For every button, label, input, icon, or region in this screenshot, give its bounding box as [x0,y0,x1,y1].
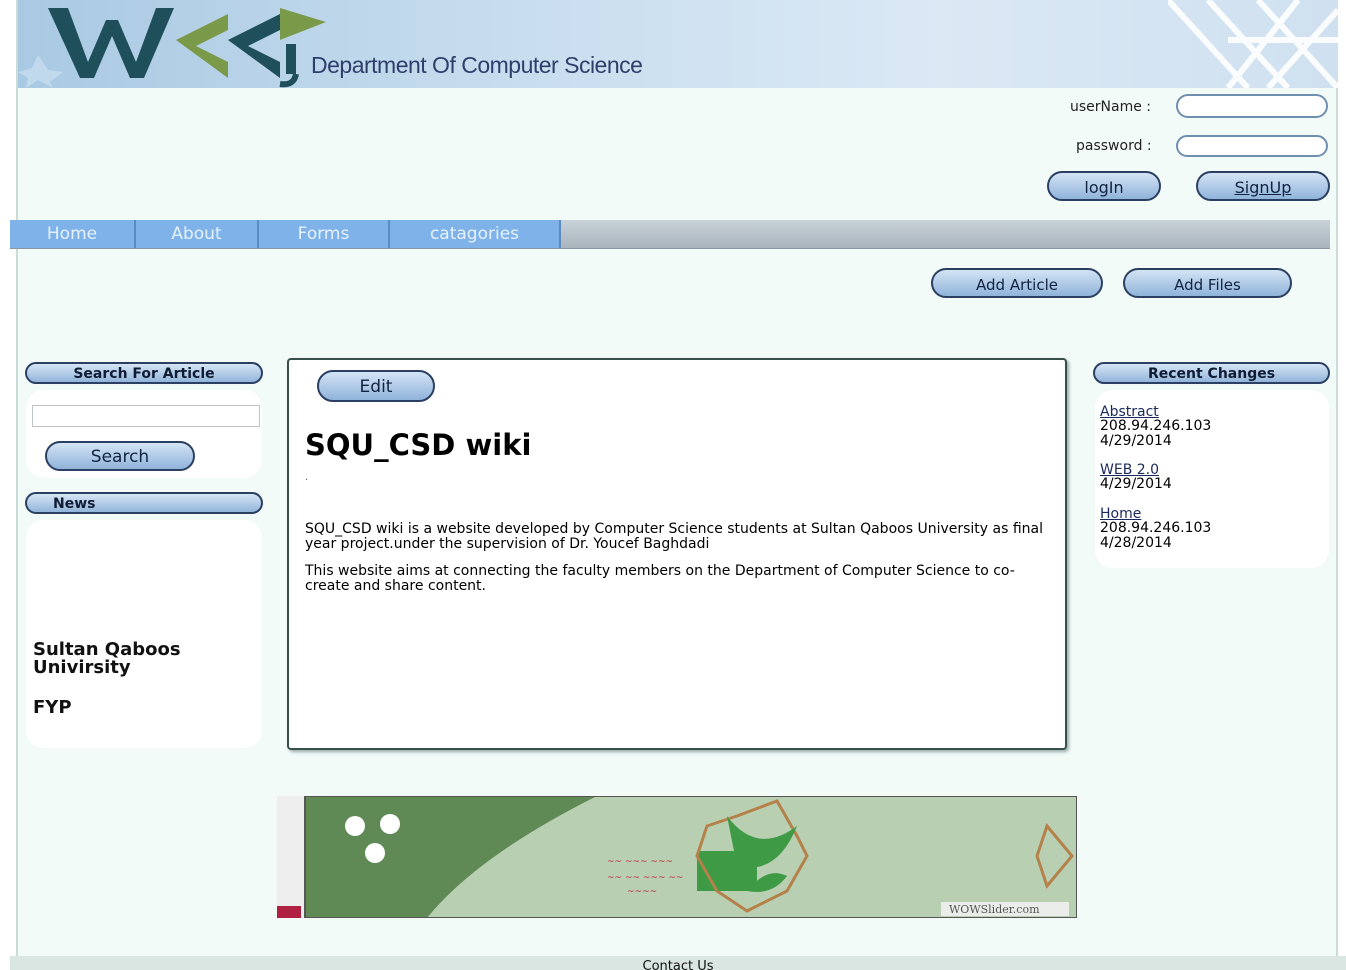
news-university: Sultan Qaboos Univirsity [33,639,181,678]
svg-text:~~~~: ~~~~ [627,887,657,897]
nav-categories[interactable]: catagories [390,220,561,248]
password-input[interactable] [1176,135,1328,157]
recent-ip: 208.94.246.103 [1100,418,1212,434]
recent-ip: 208.94.246.103 [1100,520,1212,536]
edit-button[interactable]: Edit [317,370,435,402]
nav-forms[interactable]: Forms [259,220,390,248]
nav-bar: Home About Forms catagories [10,220,1330,249]
add-article-button[interactable]: Add Article [931,268,1103,298]
recent-date: 4/29/2014 [1100,433,1172,449]
slider-image: ~~ ~~~ ~~~ ~~ ~~ ~~~ ~~ ~~~~ [277,796,1077,918]
article-panel: Edit SQU_CSD wiki . SQU_CSD wiki is a we… [287,358,1067,750]
recent-date: 4/29/2014 [1100,476,1172,492]
login-button[interactable]: logIn [1047,171,1161,201]
snowflake-decoration [1168,0,1338,88]
title-dot: . [305,472,309,483]
news-title: News [25,492,263,514]
article-title: SQU_CSD wiki [305,428,532,462]
department-title: Department Of Computer Science [311,52,643,78]
signup-button[interactable]: SignUp [1196,171,1330,201]
recent-date: 4/28/2014 [1100,535,1172,551]
password-label: password : [1076,138,1152,154]
news-fyp: FYP [33,697,72,718]
header-banner: Department Of Computer Science [18,0,1338,88]
recent-changes-title: Recent Changes [1093,362,1330,384]
svg-text:~~ ~~ ~~~ ~~: ~~ ~~ ~~~ ~~ [607,873,683,883]
nav-about[interactable]: About [136,220,259,248]
search-button[interactable]: Search [45,441,195,471]
article-paragraph-2: This website aims at connecting the facu… [305,563,1015,594]
contact-us-link[interactable]: Contact Us [643,959,714,970]
footer: Contact Us [10,956,1346,970]
add-files-button[interactable]: Add Files [1123,268,1292,298]
svg-text:~~ ~~~ ~~~: ~~ ~~~ ~~~ [607,857,673,867]
article-paragraph-1: SQU_CSD wiki is a website developed by C… [305,521,1044,552]
slider-watermark: WOWSlider.com [949,903,1040,916]
article-search-input[interactable] [32,405,260,427]
search-title: Search For Article [25,362,263,384]
site-logo[interactable] [18,0,338,88]
nav-home[interactable]: Home [10,220,136,248]
username-input[interactable] [1176,94,1328,118]
username-label: userName : [1070,99,1152,115]
image-slider[interactable]: ~~ ~~~ ~~~ ~~ ~~ ~~~ ~~ ~~~~ WOWSlider.c… [277,796,1077,918]
